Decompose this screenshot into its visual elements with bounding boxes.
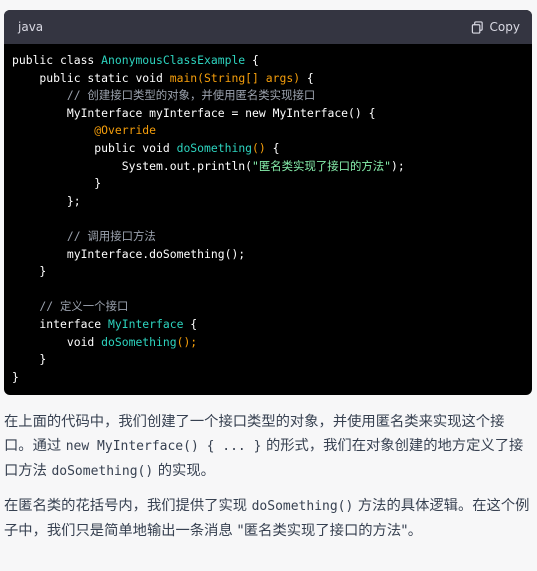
code-token: }: [12, 264, 47, 279]
code-token: ();: [176, 334, 198, 349]
code-token: // 定义一个接口: [12, 299, 129, 314]
code-token: {: [245, 53, 259, 67]
code-line: void doSomething();: [12, 334, 532, 352]
code-line: }: [12, 263, 532, 281]
code-line: }: [12, 351, 532, 369]
code-token: public static void: [12, 70, 170, 85]
copy-button-label: Copy: [489, 20, 520, 34]
code-language-label: java: [18, 20, 44, 34]
code-line: }: [12, 175, 532, 193]
code-line: };: [12, 193, 532, 211]
explanation-paragraph-1: 在上面的代码中，我们创建了一个接口类型的对象，并使用匿名类来实现这个接口。通过 …: [4, 410, 532, 484]
code-token: }: [12, 176, 102, 191]
code-token: public void: [12, 140, 177, 155]
code-token: System.out.println(: [12, 158, 253, 173]
code-line: // 定义一个接口: [12, 298, 532, 316]
code-token: (): [252, 140, 266, 155]
code-line: public static void main(String[] args) {: [12, 70, 532, 88]
code-token: // 创建接口类型的对象，并使用匿名类实现接口: [12, 88, 316, 103]
code-line: public void doSomething() {: [12, 140, 532, 158]
code-content[interactable]: public class AnonymousClassExample { pub…: [4, 44, 532, 386]
copy-code-button[interactable]: Copy: [471, 20, 520, 34]
code-line: MyInterface myInterface = new MyInterfac…: [12, 105, 532, 123]
code-token: doSomething: [101, 334, 177, 349]
paragraph-text: 的实现。: [153, 463, 215, 479]
code-token: }: [12, 369, 19, 384]
code-token: {: [183, 316, 198, 331]
code-token: doSomething: [176, 140, 253, 155]
inline-code: doSomething(): [51, 464, 154, 479]
code-token: );: [391, 158, 405, 173]
code-token: {: [300, 70, 314, 85]
code-token: AnonymousClassExample: [101, 53, 246, 67]
code-token: MyInterface: [108, 316, 184, 331]
code-line: // 调用接口方法: [12, 228, 532, 246]
code-token: @Override: [94, 123, 157, 138]
copy-icon: [471, 20, 483, 34]
code-token: public class: [12, 53, 102, 67]
code-line: // 创建接口类型的对象，并使用匿名类实现接口: [12, 87, 532, 105]
code-line: System.out.println("匿名类实现了接口的方法");: [12, 158, 532, 176]
inline-code: doSomething(): [251, 499, 354, 514]
code-token: "匿名类实现了接口的方法": [252, 158, 392, 173]
code-token: // 调用接口方法: [12, 228, 156, 243]
code-token: main: [169, 70, 198, 85]
code-token: interface: [12, 316, 109, 331]
inline-code: new MyInterface() { ... }: [65, 439, 262, 454]
code-header: java Copy: [4, 10, 532, 44]
code-token: MyInterface myInterface = new MyInterfac…: [12, 105, 376, 120]
code-token: {: [265, 140, 280, 155]
code-line: }: [12, 369, 532, 387]
code-line: myInterface.doSomething();: [12, 246, 532, 264]
code-token: }: [12, 352, 47, 367]
explanation-paragraph-2: 在匿名类的花括号内，我们提供了实现 doSomething() 方法的具体逻辑。…: [4, 494, 532, 543]
code-token: myInterface.doSomething();: [12, 246, 246, 261]
code-token: void: [12, 334, 102, 349]
code-line: public class AnonymousClassExample {: [12, 52, 532, 70]
code-token: (: [197, 70, 205, 85]
code-token: String[] args: [204, 70, 294, 85]
code-block: java Copy public class AnonymousClassExa…: [4, 10, 532, 395]
code-line: @Override: [12, 122, 532, 140]
code-line: interface MyInterface {: [12, 316, 532, 334]
paragraph-text: 在匿名类的花括号内，我们提供了实现: [4, 498, 252, 514]
code-token: };: [12, 193, 81, 208]
